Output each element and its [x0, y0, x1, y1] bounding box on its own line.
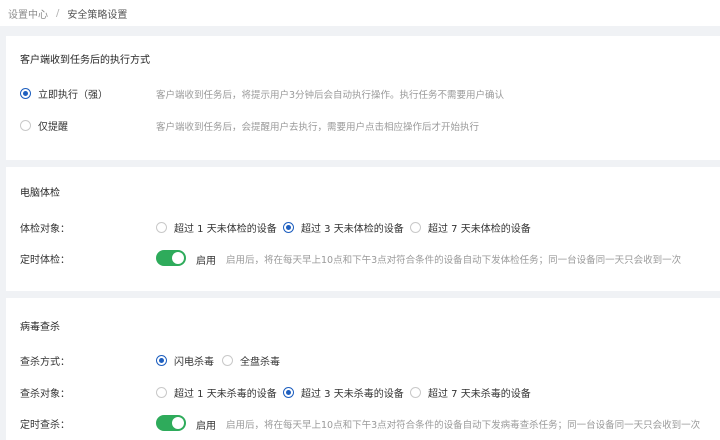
radio-dot-icon [156, 355, 167, 366]
full-scan-label: 全盘杀毒 [240, 357, 280, 368]
switch-knob [172, 252, 184, 264]
checkup-schedule-label: 定时体检： [20, 255, 70, 266]
checkup-switch-label: 启用 [196, 256, 216, 267]
antivirus-1day-label: 超过 1 天未杀毒的设备 [174, 389, 277, 400]
remind-only-desc: 客户端收到任务后，会提醒用户去执行，需要用户点击相应操作后才开始执行 [156, 122, 480, 133]
antivirus-1day-radio[interactable]: 超过 1 天未杀毒的设备 [156, 385, 277, 400]
checkup-7day-radio[interactable]: 超过 7 天未体检的设备 [410, 220, 531, 235]
radio-dot-icon [156, 387, 167, 398]
antivirus-7day-radio[interactable]: 超过 7 天未杀毒的设备 [410, 385, 531, 400]
checkup-schedule-switch[interactable] [156, 250, 186, 266]
remind-only-label: 仅提醒 [38, 122, 68, 133]
breadcrumb-current: 安全策略设置 [67, 9, 128, 21]
antivirus-target-label: 查杀对象： [20, 389, 70, 400]
flash-scan-radio[interactable]: 闪电杀毒 [156, 353, 214, 368]
breadcrumb: 设置中心 / 安全策略设置 [0, 0, 720, 26]
antivirus-title: 病毒查杀 [20, 322, 60, 333]
antivirus-3day-label: 超过 3 天未杀毒的设备 [301, 389, 404, 400]
antivirus-7day-label: 超过 7 天未杀毒的设备 [428, 389, 531, 400]
radio-dot-icon [410, 387, 421, 398]
radio-dot-icon [20, 120, 31, 131]
antivirus-schedule-desc: 启用后，将在每天早上10点和下午3点对符合条件的设备自动下发病毒查杀任务；同一台… [226, 420, 701, 431]
checkup-7day-label: 超过 7 天未体检的设备 [428, 224, 531, 235]
remind-only-radio[interactable]: 仅提醒 [20, 118, 68, 133]
execution-mode-card: 客户端收到任务后的执行方式 立即执行（强） 客户端收到任务后，将提示用户3分钟后… [6, 36, 720, 160]
radio-dot-icon [283, 387, 294, 398]
flash-scan-label: 闪电杀毒 [174, 357, 214, 368]
execute-immediately-label: 立即执行（强） [38, 90, 108, 101]
computer-checkup-card: 电脑体检 体检对象： 超过 1 天未体检的设备 超过 3 天未体检的设备 超过 … [6, 167, 720, 291]
checkup-1day-label: 超过 1 天未体检的设备 [174, 224, 277, 235]
breadcrumb-parent[interactable]: 设置中心 [8, 6, 48, 21]
checkup-schedule-desc: 启用后，将在每天早上10点和下午3点对符合条件的设备自动下发体检任务；同一台设备… [226, 255, 682, 266]
radio-dot-icon [410, 222, 421, 233]
checkup-title: 电脑体检 [20, 188, 60, 199]
full-scan-radio[interactable]: 全盘杀毒 [222, 353, 280, 368]
antivirus-switch-label: 启用 [196, 421, 216, 432]
antivirus-card: 病毒查杀 查杀方式： 闪电杀毒 全盘杀毒 查杀对象： 超过 1 天未杀毒的设备 … [6, 298, 720, 440]
antivirus-mode-label: 查杀方式： [20, 357, 70, 368]
antivirus-3day-radio[interactable]: 超过 3 天未杀毒的设备 [283, 385, 404, 400]
execute-immediately-desc: 客户端收到任务后，将提示用户3分钟后会自动执行操作。执行任务不需要用户确认 [156, 90, 505, 101]
radio-dot-icon [20, 88, 31, 99]
switch-knob [172, 417, 184, 429]
radio-dot-icon [156, 222, 167, 233]
checkup-1day-radio[interactable]: 超过 1 天未体检的设备 [156, 220, 277, 235]
radio-dot-icon [222, 355, 233, 366]
antivirus-schedule-label: 定时查杀： [20, 420, 70, 431]
execute-immediately-radio[interactable]: 立即执行（强） [20, 86, 108, 101]
antivirus-schedule-switch[interactable] [156, 415, 186, 431]
checkup-3day-radio[interactable]: 超过 3 天未体检的设备 [283, 220, 404, 235]
breadcrumb-separator: / [56, 7, 60, 19]
radio-dot-icon [283, 222, 294, 233]
checkup-3day-label: 超过 3 天未体检的设备 [301, 224, 404, 235]
checkup-target-label: 体检对象： [20, 224, 70, 235]
execution-mode-title: 客户端收到任务后的执行方式 [20, 55, 150, 66]
